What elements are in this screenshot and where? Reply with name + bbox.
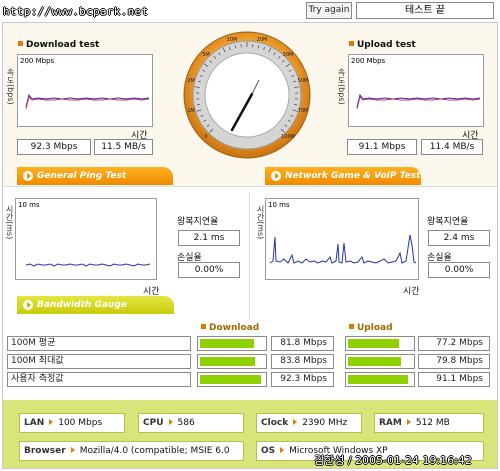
download-y-axis: 속도(bps) <box>6 68 15 105</box>
download-value: 81.8 Mbps <box>271 336 334 351</box>
bullet-icon <box>349 324 354 329</box>
download-bar <box>197 336 267 351</box>
top-bar: http://www.bcpark.net Try again 테스트 끝 <box>0 0 500 22</box>
download-bar-fill <box>200 375 261 384</box>
upload-bar-fill <box>348 375 409 384</box>
ping-general-graph: 10 ms <box>15 198 157 280</box>
download-bar-fill <box>200 357 256 366</box>
site-url: http://www.bcpark.net <box>3 5 149 18</box>
gauge-tick-label: 100M <box>281 134 295 140</box>
bandwidth-row-label: 사용자 측정값 <box>7 372 191 387</box>
ping-general-loss: 0.00% <box>178 262 240 278</box>
browser-info: Browser Mozilla/4.0 (compatible; MSIE 6.0 <box>19 441 244 461</box>
test-status: 테스트 끝 <box>356 2 494 19</box>
gauge-tick-label: 5M <box>202 52 210 58</box>
ram-info: RAM 512 MB <box>374 413 484 433</box>
upload-value: 79.8 Mbps <box>418 354 490 369</box>
triangle-icon <box>49 419 54 425</box>
download-value: 92.3 Mbps <box>271 372 334 387</box>
upload-title: Upload test <box>349 40 416 50</box>
bullet-icon <box>18 41 23 46</box>
bandwidth-download-header: Download <box>201 323 259 333</box>
gauge-tick-label: 10M <box>227 37 238 43</box>
bandwidth-upload-header: Upload <box>349 323 393 333</box>
ping-game-time-label: 시간 <box>403 287 420 297</box>
tab-general-ping[interactable]: General Ping Test <box>17 167 173 185</box>
speed-gauge: 0 1M 2M 5M 10M 20M 30M 50M 70M 100M <box>183 31 311 159</box>
upload-graph-lines <box>356 93 481 110</box>
upload-y-axis: 속도(bps) <box>337 68 346 105</box>
triangle-icon <box>168 419 173 425</box>
upload-bar <box>345 372 415 387</box>
download-mbs: 11.5 MB/s <box>94 139 153 155</box>
bullet-icon <box>349 41 354 46</box>
triangle-icon <box>280 447 285 453</box>
arrow-icon <box>23 171 33 181</box>
gauge-tick-label: 30M <box>283 52 294 58</box>
upload-value: 77.2 Mbps <box>418 336 490 351</box>
ping-game-graph: 10 ms <box>265 198 419 280</box>
cpu-info: CPU 586 <box>138 413 244 433</box>
clock-info: Clock 2390 MHz <box>256 413 362 433</box>
upload-bar <box>345 336 415 351</box>
timestamp-watermark: 김한성 / 2005-01-24 19:16:42 <box>314 454 472 467</box>
upload-mbs: 11.4 MB/s <box>421 139 483 155</box>
bullet-icon <box>201 324 206 329</box>
upload-mbps: 91.1 Mbps <box>347 139 417 155</box>
download-bar-fill <box>200 339 254 348</box>
lan-info: LAN 100 Mbps <box>19 413 125 433</box>
gauge-tick-label: 20M <box>257 37 268 43</box>
tab-network-game[interactable]: Network Game & VoIP Test <box>265 167 421 185</box>
upload-value: 91.1 Mbps <box>418 372 490 387</box>
download-value: 83.8 Mbps <box>271 354 334 369</box>
gauge-tick-label: 50M <box>298 78 309 84</box>
ping-general-rtt: 2.1 ms <box>178 230 240 246</box>
ping-game-rtt: 2.4 ms <box>428 230 490 246</box>
try-again-button[interactable]: Try again <box>306 2 352 19</box>
download-mbps: 92.3 Mbps <box>17 139 91 155</box>
bandwidth-row-label: 100M 최대값 <box>7 354 191 369</box>
arrow-icon <box>23 300 33 310</box>
tab-bandwidth-gauge[interactable]: Bandwidth Gauge <box>17 296 174 314</box>
gauge-tick-label: 70M <box>298 108 309 114</box>
arrow-icon <box>271 171 281 181</box>
download-bar <box>197 354 267 369</box>
download-title: Download test <box>18 40 99 50</box>
upload-graph: 200 Mbps <box>348 54 484 127</box>
upload-bar <box>345 354 415 369</box>
divider <box>249 192 250 320</box>
ping-game-line <box>269 234 417 264</box>
upload-bar-fill <box>348 339 399 348</box>
ping-general-rtt-label: 왕복지연율 <box>177 217 219 227</box>
upload-bar-fill <box>348 357 401 366</box>
ping-game-rtt-label: 왕복지연율 <box>427 217 469 227</box>
gauge-tick-label: 2M <box>187 78 195 84</box>
triangle-icon <box>70 447 75 453</box>
gauge-tick-label: 1M <box>187 108 195 114</box>
download-graph: 200 Mbps <box>17 54 153 127</box>
ping-general-y-axis: 시간(ms) <box>5 205 14 240</box>
triangle-icon <box>406 419 411 425</box>
bandwidth-row-label: 100M 평균 <box>7 336 191 351</box>
triangle-icon <box>293 419 298 425</box>
gauge-tick-label: 0 <box>204 134 207 140</box>
download-graph-lines <box>25 93 150 110</box>
download-bar <box>197 372 267 387</box>
ping-general-line <box>25 263 151 267</box>
ping-game-loss: 0.00% <box>428 262 490 278</box>
